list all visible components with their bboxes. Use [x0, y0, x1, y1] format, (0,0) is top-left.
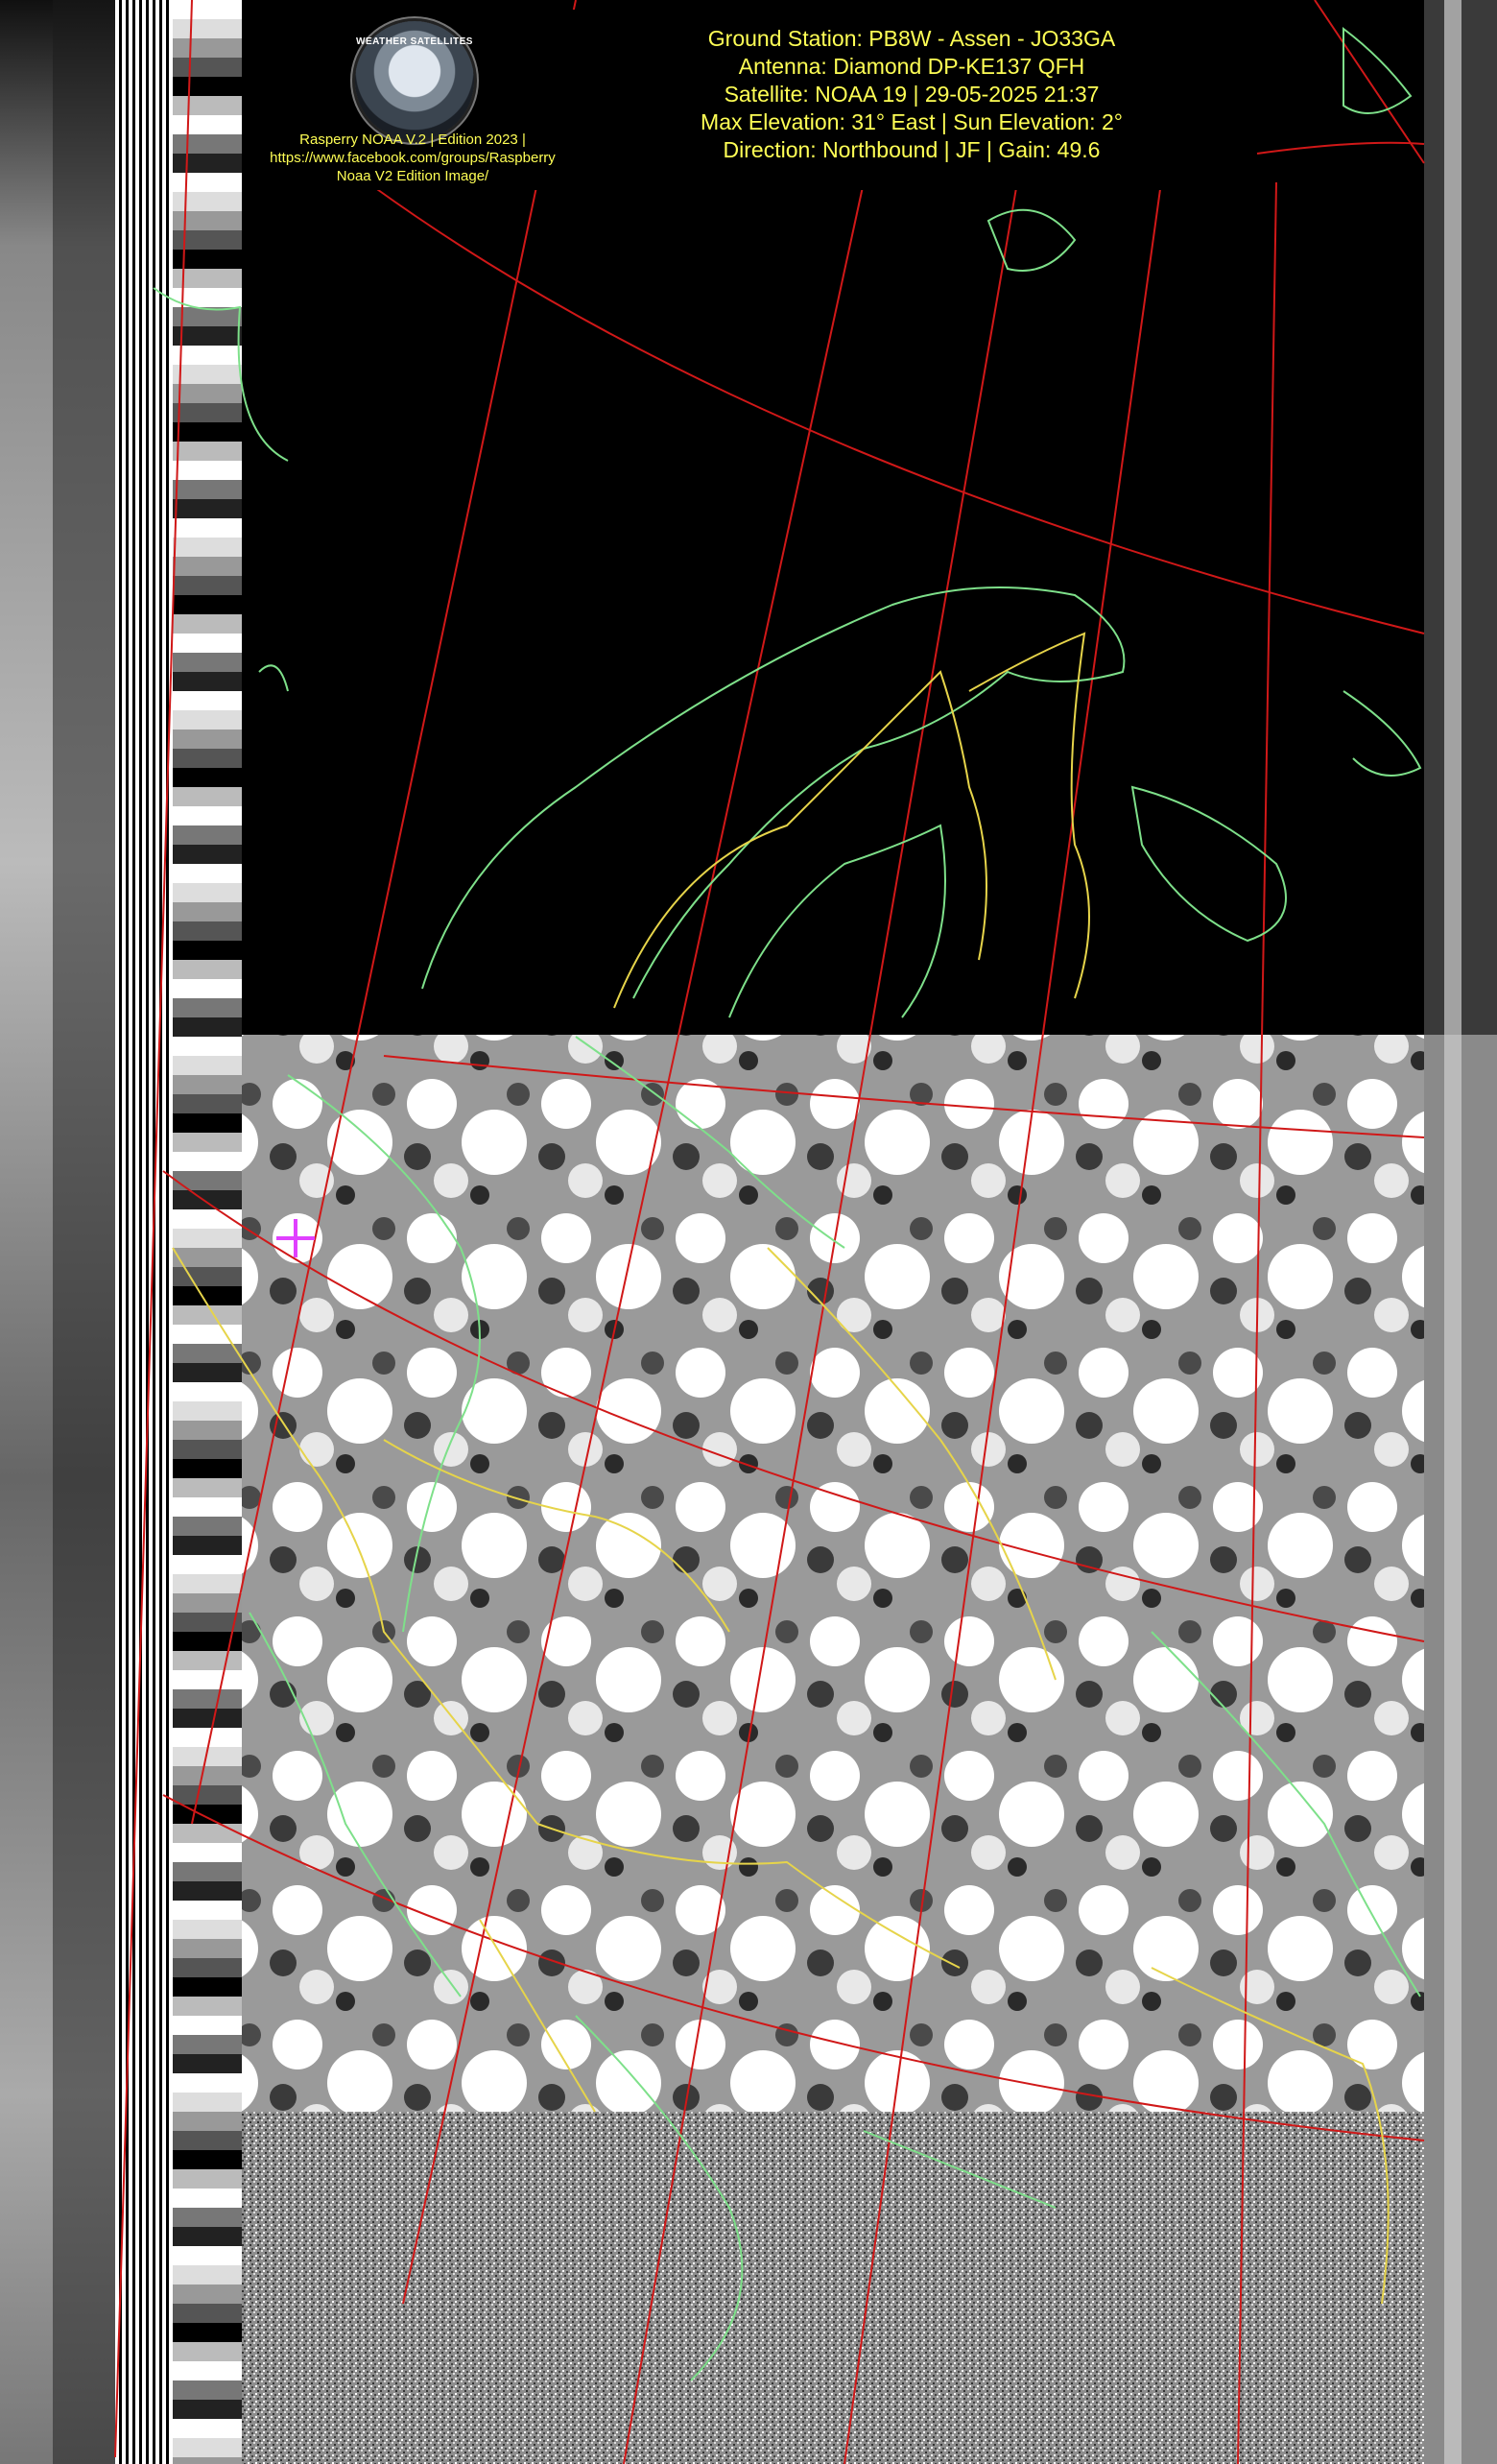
- satellite-map: [0, 0, 1497, 2464]
- telemetry-wedges: [173, 0, 242, 2464]
- antenna-line: Antenna: Diamond DP-KE137 QFH: [738, 54, 1085, 79]
- sync-bars: [115, 0, 173, 2464]
- logo-caption-line: https://www.facebook.com/groups/Raspberr…: [270, 150, 556, 166]
- station-info: Ground Station: PB8W - Assen - JO33GA An…: [614, 25, 1209, 164]
- apt-image: WEATHER SATELLITES Rasperry NOAA V.2 | E…: [0, 0, 1497, 2464]
- cloud-region: [242, 1035, 1424, 2283]
- ground-station-line: Ground Station: PB8W - Assen - JO33GA: [707, 26, 1116, 51]
- direction-line: Direction: Northbound | JF | Gain: 49.6: [723, 137, 1101, 162]
- elevation-line: Max Elevation: 31° East | Sun Elevation:…: [701, 109, 1123, 134]
- satellite-line: Satellite: NOAA 19 | 29-05-2025 21:37: [724, 82, 1100, 107]
- logo-caption-line: Rasperry NOAA V.2 | Edition 2023 |: [299, 132, 526, 148]
- logo-badge-text: WEATHER SATELLITES: [356, 36, 473, 47]
- logo-caption: Rasperry NOAA V.2 | Edition 2023 | https…: [245, 131, 581, 185]
- logo-caption-line: Noaa V2 Edition Image/: [336, 168, 489, 184]
- logo-badge: WEATHER SATELLITES: [355, 21, 474, 140]
